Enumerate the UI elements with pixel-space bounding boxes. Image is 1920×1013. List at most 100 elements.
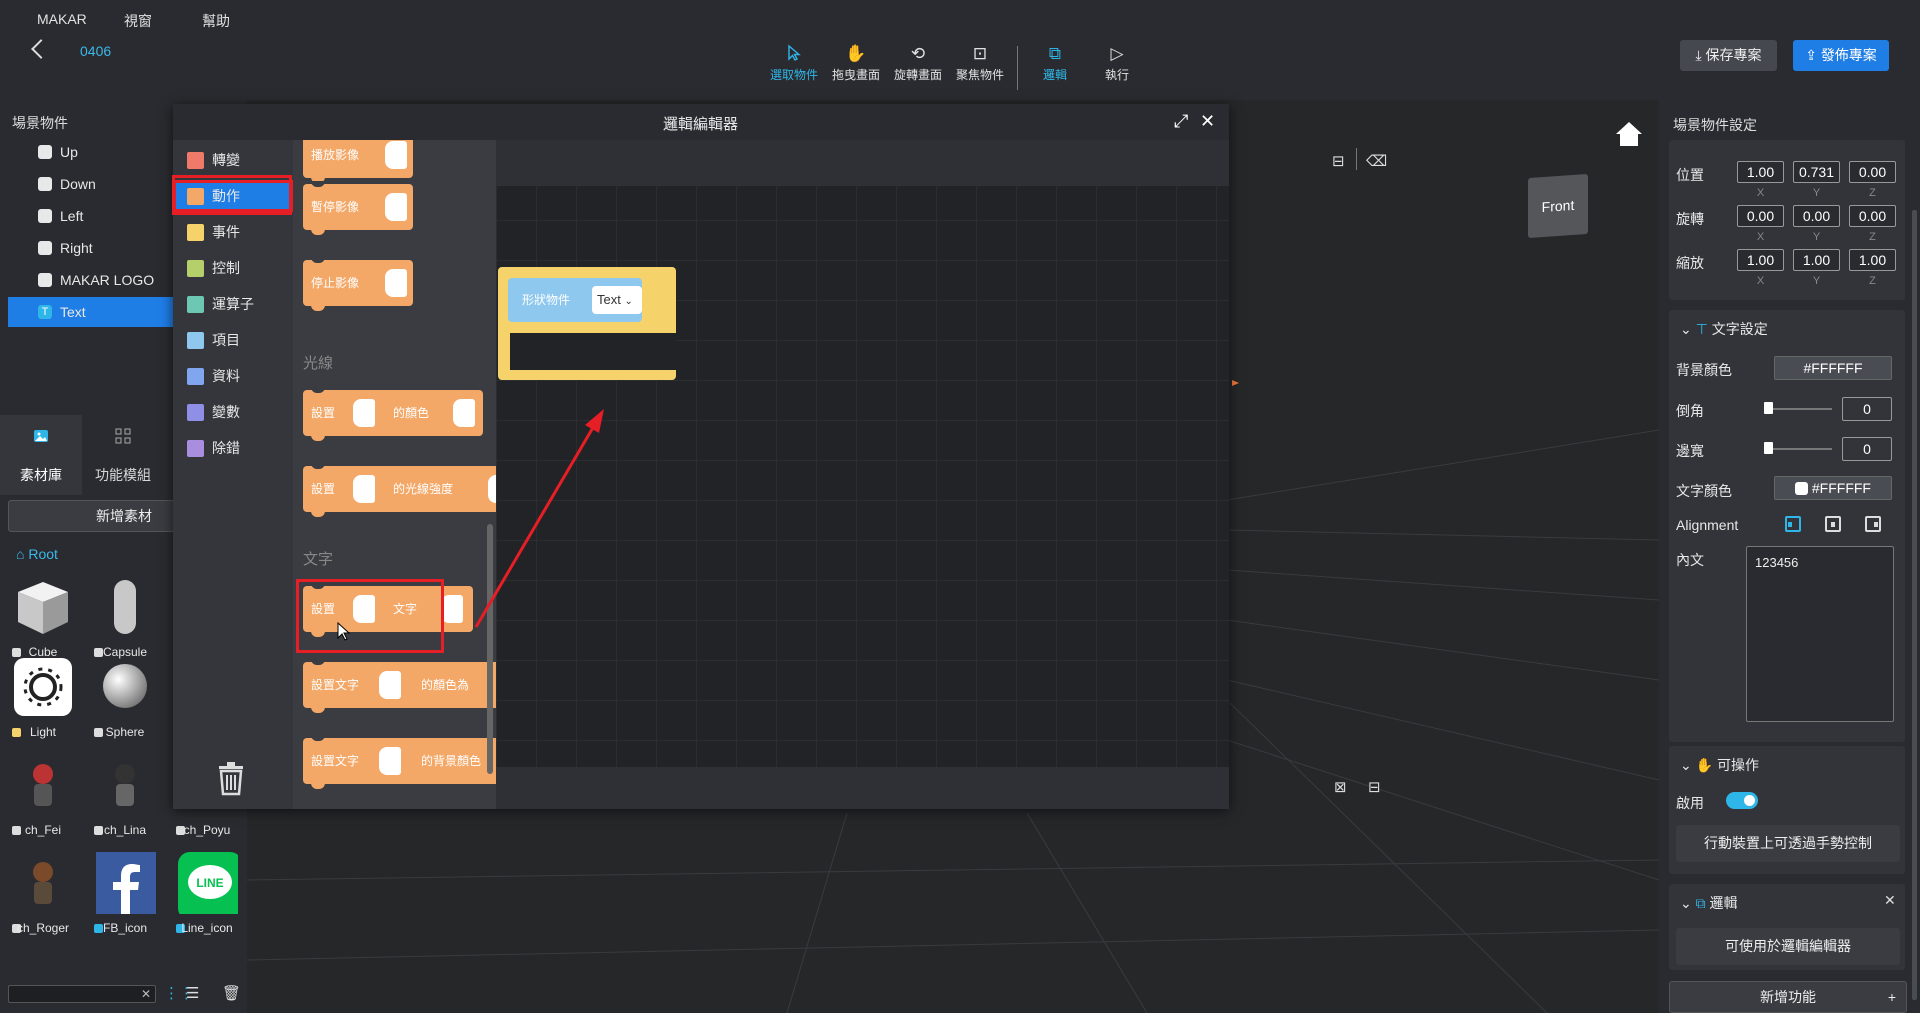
add-function-button[interactable]: 新增功能 + [1669,981,1907,1013]
position-z-input[interactable]: 0.00 [1849,161,1896,183]
tool-run[interactable]: ▷ 執行 [1085,44,1149,83]
menu-window[interactable]: 視窗 [124,11,152,31]
align-left-icon[interactable] [1785,516,1801,532]
tab-function-modules[interactable]: 功能模組 [82,415,164,495]
orientation-cube[interactable]: Front [1528,173,1588,239]
radius-slider-handle[interactable] [1764,402,1773,414]
tool-select-object[interactable]: 選取物件 [762,44,826,83]
block-set-text-bg[interactable]: 設置文字 的背景顏色 [303,735,496,789]
asset-line-icon[interactable]: LINE Line_icon [166,852,248,950]
category-operator[interactable]: 運算子 [173,288,293,320]
back-arrow-icon[interactable] [31,39,51,59]
category-control[interactable]: 控制 [173,252,293,284]
scale-x-input[interactable]: 1.00 [1737,249,1784,271]
clear-icon[interactable]: ⊠ [1334,778,1347,796]
tree-item-makar-logo[interactable]: MAKAR LOGO [0,265,175,295]
tree-item-label: Up [60,144,78,160]
menu-makar[interactable]: MAKAR [37,11,87,27]
tree-item-down[interactable]: Down [0,169,175,199]
trash-icon[interactable] [215,762,247,796]
tool-focus-object[interactable]: ⊡ 聚焦物件 [948,44,1012,83]
position-x-input[interactable]: 1.00 [1737,161,1784,183]
radius-input[interactable]: 0 [1842,397,1892,421]
block-pause-video[interactable]: 暫停影像 [303,181,413,235]
category-transform[interactable]: 轉變 [173,144,293,176]
rotation-z-input[interactable]: 0.00 [1849,205,1896,227]
close-icon[interactable]: ✕ [1884,892,1896,909]
tool-logic[interactable]: ⧉ 邏輯 [1023,44,1087,83]
list-view-icon[interactable]: ☰ [186,984,199,1002]
asset-search-input[interactable]: ✕ [8,985,156,1003]
save-project-button[interactable]: ⤓ 保存專案 [1680,40,1777,71]
object-select[interactable]: Text ⌄ [592,286,642,314]
interactive-header[interactable]: ⌄ ✋ 可操作 [1680,755,1759,775]
category-debug[interactable]: 除錯 [173,432,293,464]
category-label: 轉變 [212,152,240,168]
asset-light[interactable]: Light [2,656,84,754]
publish-project-button[interactable]: ⇪ 發佈專案 [1793,40,1889,71]
list-icon[interactable]: ⊟ [1368,778,1381,796]
focus-icon: ⊡ [972,44,988,63]
home-icon[interactable] [1614,120,1644,148]
category-label: 除錯 [212,440,240,456]
asset-ch-fei[interactable]: ch_Fei [2,754,84,852]
border-slider-handle[interactable] [1764,442,1773,454]
content-textarea[interactable]: 123456 [1746,546,1894,722]
text-color-picker[interactable]: #FFFFFF [1774,476,1892,500]
scale-z-input[interactable]: 1.00 [1849,249,1896,271]
section-light: 光線 [303,355,334,372]
position-y-input[interactable]: 0.731 [1793,161,1840,183]
tree-item-right[interactable]: Right [0,233,175,263]
axis-label: X [1756,275,1765,287]
category-item[interactable]: 項目 [173,324,293,356]
block-stop-video[interactable]: 停止影像 [303,257,413,311]
right-panel-scrollbar[interactable] [1912,210,1917,1000]
tool-drag-view[interactable]: ✋ 拖曳畫面 [824,44,888,83]
rotation-y-input[interactable]: 0.00 [1793,205,1840,227]
clean-icon[interactable]: ⌫ [1366,152,1387,170]
border-input[interactable]: 0 [1842,437,1892,461]
asset-fb-icon[interactable]: FB_icon [84,852,166,950]
character-thumbnail [33,764,53,806]
category-event[interactable]: 事件 [173,216,293,248]
logic-header[interactable]: ⌄ ⧉ 邏輯 [1680,893,1738,913]
tree-item-left[interactable]: Left [0,201,175,231]
asset-ch-lina[interactable]: ch_Lina [84,754,166,852]
tree-item-text[interactable]: T Text [8,297,175,327]
enable-toggle[interactable] [1726,792,1758,809]
trash-icon[interactable]: 🗑 [222,984,241,1002]
asset-sphere[interactable]: Sphere [84,656,166,754]
block-label: 設置文字 [311,754,360,768]
rotation-x-input[interactable]: 0.00 [1737,205,1784,227]
tool-rotate-view[interactable]: ⟲ 旋轉畫面 [886,44,950,83]
gesture-control-button[interactable]: 行動裝置上可透過手勢控制 [1676,825,1900,862]
breadcrumb-root[interactable]: ⌂ Root [16,546,58,562]
asset-ch-roger[interactable]: ch_Roger [2,852,84,950]
block-set-color[interactable]: 設置 的顏色 [303,387,483,441]
bg-color-picker[interactable]: #FFFFFF [1774,356,1892,380]
scale-y-input[interactable]: 1.00 [1793,249,1840,271]
block-set-text-color[interactable]: 設置文字 的顏色為 [303,659,496,713]
tab-asset-library[interactable]: 素材庫 [0,415,82,495]
border-slider[interactable] [1766,448,1832,450]
align-right-icon[interactable] [1865,516,1881,532]
category-data[interactable]: 資料 [173,360,293,392]
close-icon[interactable]: ✕ [1200,111,1215,132]
layout-icon[interactable]: ⊟ [1332,152,1345,170]
asset-label: Sphere [105,725,145,739]
block-set-intensity[interactable]: 設置 的光線強度 [303,463,496,517]
category-variable[interactable]: 變數 [173,396,293,428]
bg-color-label: 背景顏色 [1676,362,1732,378]
align-center-icon[interactable] [1825,516,1841,532]
tree-item-up[interactable]: Up [0,137,175,167]
upload-icon: ⇪ [1805,47,1821,63]
radius-slider[interactable] [1766,408,1832,410]
category-label: 控制 [212,260,240,276]
line-app-icon: LINE [178,852,238,914]
maximize-icon[interactable]: ⤢ [1174,111,1188,132]
tab-label: 素材庫 [20,467,62,483]
block-play-video[interactable]: 播放影像 [303,140,413,183]
menu-help[interactable]: 幫助 [202,11,230,31]
logic-editor-button[interactable]: 可使用於邏輯編輯器 [1676,928,1900,965]
text-settings-header[interactable]: ⌄ ⊤ 文字設定 [1680,319,1768,339]
